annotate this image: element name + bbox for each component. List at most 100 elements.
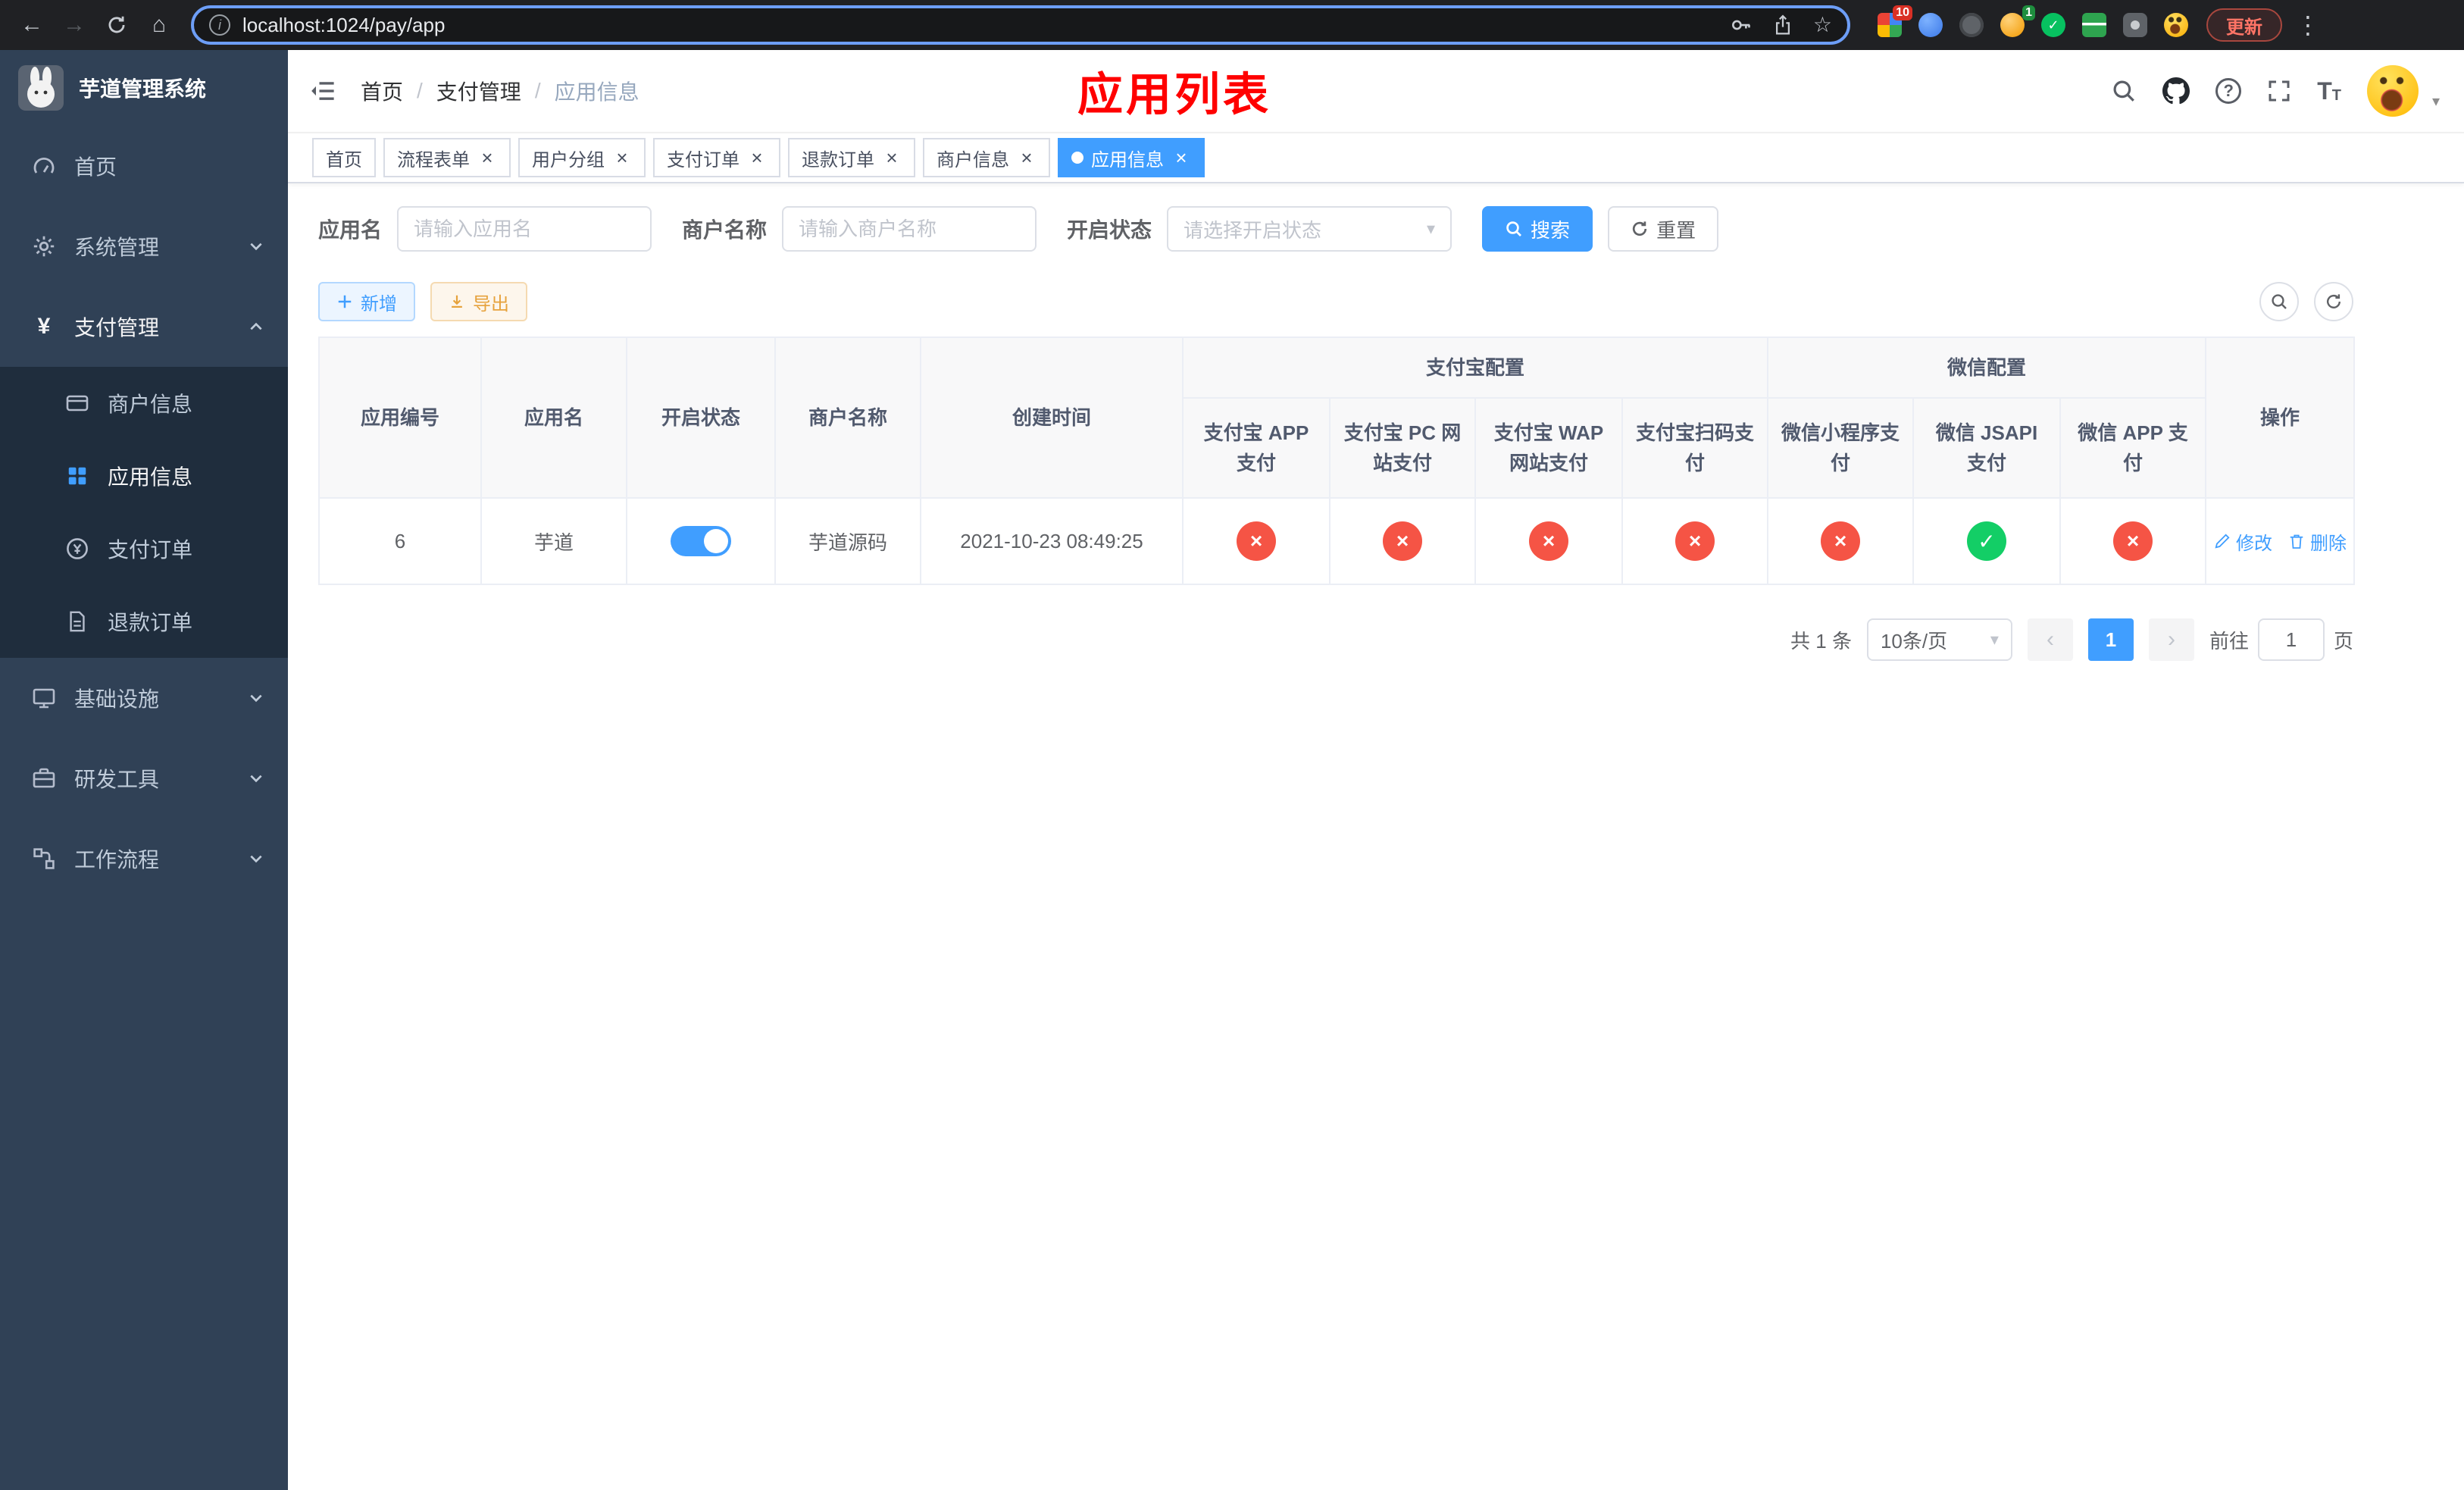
fullscreen-icon[interactable] (2267, 79, 2291, 103)
alipay-wap-disabled-icon: × (1529, 521, 1568, 561)
breadcrumb-payment[interactable]: 支付管理 (436, 76, 521, 106)
breadcrumb-current: 应用信息 (554, 80, 639, 104)
pagination: 共 1 条 10条/页 ▾ ‹ 1 › 前往 页 (318, 618, 2353, 661)
pay-order-icon (64, 537, 91, 561)
wx-app-disabled-icon: × (2113, 521, 2153, 561)
font-size-icon[interactable]: TT (2317, 79, 2341, 103)
breadcrumb-home[interactable]: 首页 (361, 76, 403, 106)
extension-check-icon[interactable]: ✓ (2041, 13, 2065, 37)
tab-pay-order[interactable]: 支付订单 × (653, 138, 780, 177)
app-name-input[interactable] (397, 206, 652, 252)
extension-translate-icon[interactable]: 1 (2000, 5, 2035, 37)
status-label: 开启状态 (1067, 218, 1152, 242)
browser-reload-icon[interactable] (97, 5, 136, 45)
trash-icon (2290, 534, 2303, 549)
tab-home[interactable]: 首页 (312, 138, 376, 177)
goto-unit: 页 (2333, 629, 2353, 653)
tab-close-icon[interactable]: × (477, 148, 497, 167)
sidebar-item-system[interactable]: 系统管理 (0, 206, 288, 286)
toggle-search-button[interactable] (2259, 282, 2299, 321)
search-icon (1506, 221, 1522, 236)
sidebar-item-refund-order[interactable]: 退款订单 (0, 585, 288, 658)
status-select[interactable]: 请选择开启状态 ▾ (1167, 206, 1452, 252)
tab-close-icon[interactable]: × (747, 148, 767, 167)
tab-close-icon[interactable]: × (1017, 148, 1037, 167)
sidebar-item-merchant-info[interactable]: 商户信息 (0, 367, 288, 440)
browser-back-icon[interactable]: ← (12, 5, 52, 45)
col-header-app-name: 应用名 (480, 337, 627, 499)
password-key-icon[interactable] (1730, 14, 1753, 36)
tab-process-form[interactable]: 流程表单 × (383, 138, 511, 177)
sidebar-item-app-info[interactable]: 应用信息 (0, 440, 288, 512)
sidebar-item-workflow[interactable]: 工作流程 (0, 819, 288, 899)
extension-drop-icon[interactable] (1918, 13, 1943, 37)
chevron-down-icon: ▾ (1427, 219, 1436, 238)
browser-forward-icon[interactable]: → (55, 5, 94, 45)
page-number-button[interactable]: 1 (2087, 618, 2134, 661)
browser-home-icon[interactable]: ⌂ (139, 5, 179, 45)
active-tab-dot (1071, 152, 1083, 164)
sidebar-item-label: 基础设施 (74, 687, 160, 711)
col-header-created: 创建时间 (920, 337, 1184, 499)
browser-profile-avatar[interactable] (2164, 13, 2188, 37)
sidebar-item-label: 首页 (74, 155, 117, 179)
url-text[interactable]: localhost:1024/pay/app (242, 14, 1718, 37)
enabled-toggle[interactable] (671, 526, 731, 556)
sidebar-menu: 首页 系统管理 ¥ 支付管理 商户信息 应用信息 支付订单 退款订单 基础设施 … (0, 126, 288, 899)
sidebar-item-pay-order[interactable]: 支付订单 (0, 512, 288, 585)
extension-pin-icon[interactable] (2123, 13, 2147, 37)
chevron-down-icon (249, 851, 264, 866)
sidebar-item-dev-tools[interactable]: 研发工具 (0, 738, 288, 819)
help-icon[interactable]: ? (2215, 78, 2242, 104)
tab-close-icon[interactable]: × (612, 148, 632, 167)
workflow-icon (30, 847, 58, 871)
search-button[interactable]: 搜索 (1482, 206, 1593, 252)
user-avatar[interactable] (2366, 65, 2419, 117)
bookmark-star-icon[interactable]: ☆ (1813, 14, 1832, 36)
prev-page-button[interactable]: ‹ (2027, 618, 2073, 661)
wx-jsapi-enabled-icon: ✓ (1967, 521, 2007, 561)
sidebar-item-label: 支付管理 (74, 316, 160, 340)
reset-button[interactable]: 重置 (1608, 206, 1719, 252)
goto-page-input[interactable] (2257, 618, 2325, 661)
add-button[interactable]: 新增 (318, 282, 415, 321)
browser-update-button[interactable]: 更新 (2206, 8, 2282, 42)
address-bar[interactable]: i localhost:1024/pay/app ☆ (191, 5, 1850, 45)
tab-refund-order[interactable]: 退款订单 × (788, 138, 915, 177)
avatar-caret-icon[interactable]: ▾ (2432, 92, 2440, 117)
reload-icon (108, 16, 125, 33)
sidebar-item-home[interactable]: 首页 (0, 126, 288, 206)
dashboard-icon (30, 154, 58, 178)
sidebar-item-label: 工作流程 (74, 848, 160, 872)
extension-book-icon[interactable] (2082, 13, 2106, 37)
export-button[interactable]: 导出 (430, 282, 527, 321)
alipay-pc-disabled-icon: × (1383, 521, 1422, 561)
merchant-name-label: 商户名称 (682, 218, 768, 242)
share-icon[interactable] (1772, 14, 1793, 36)
next-page-button[interactable]: › (2148, 618, 2194, 661)
translate-badge: 1 (2022, 5, 2035, 20)
tab-close-icon[interactable]: × (882, 148, 902, 167)
col-header-app-id: 应用编号 (318, 337, 482, 499)
sidebar-item-payment[interactable]: ¥ 支付管理 (0, 286, 288, 367)
chevron-down-icon (249, 771, 264, 786)
tab-merchant-info[interactable]: 商户信息 × (923, 138, 1050, 177)
cell-app-name: 芋道 (480, 497, 627, 585)
merchant-name-input[interactable] (782, 206, 1037, 252)
col-header-alipay-app: 支付宝 APP 支付 (1182, 397, 1330, 499)
sidebar-toggle-icon[interactable] (309, 77, 336, 105)
browser-menu-icon[interactable]: ⋮ (2285, 11, 2331, 39)
tab-app-info[interactable]: 应用信息 × (1058, 138, 1205, 177)
sidebar-item-infrastructure[interactable]: 基础设施 (0, 658, 288, 738)
edit-link[interactable]: 修改 (2213, 528, 2272, 555)
site-info-icon[interactable]: i (209, 14, 230, 36)
search-icon[interactable] (2111, 78, 2137, 104)
tab-user-group[interactable]: 用户分组 × (518, 138, 646, 177)
extension-grid-icon[interactable]: 10 (1878, 5, 1912, 37)
github-icon[interactable] (2162, 77, 2190, 105)
refresh-table-button[interactable] (2314, 282, 2353, 321)
page-size-select[interactable]: 10条/页 ▾ (1866, 618, 2012, 661)
tab-close-icon[interactable]: × (1171, 148, 1191, 167)
delete-link[interactable]: 删除 (2287, 528, 2347, 555)
extension-globe-icon[interactable] (1959, 13, 1984, 37)
